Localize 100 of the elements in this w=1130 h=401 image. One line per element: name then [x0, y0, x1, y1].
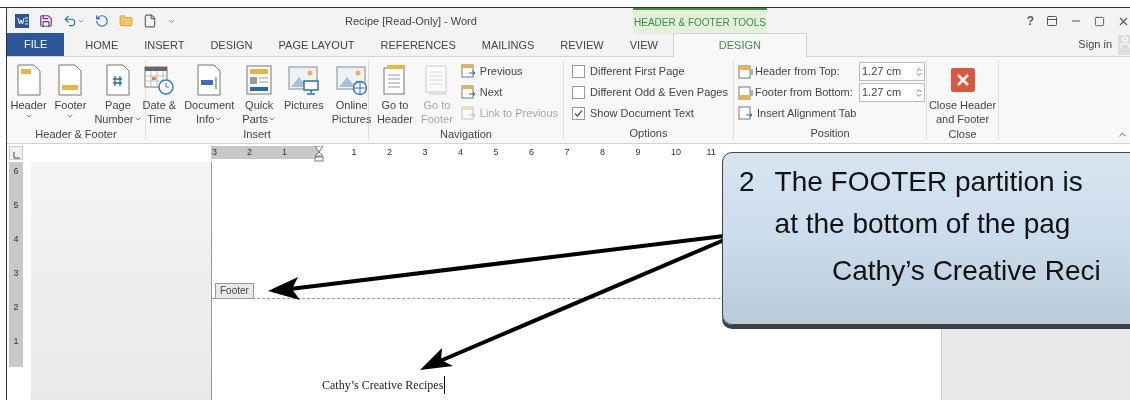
ribbon-tab[interactable]: REVIEW: [547, 34, 617, 56]
ruler-number: 8: [600, 146, 605, 159]
ribbon-button[interactable]: Footer: [51, 60, 90, 126]
step-number: 2: [739, 165, 755, 199]
ruler-number: 3: [13, 267, 19, 280]
ribbon-button[interactable]: Header: [7, 60, 50, 126]
page-icon: [196, 64, 223, 96]
help-button[interactable]: ?: [1026, 12, 1034, 30]
ruler-number: 10: [671, 146, 681, 159]
ribbon-display-icon: [1046, 15, 1058, 27]
tab-selector[interactable]: [9, 146, 23, 160]
page-icon: [104, 64, 131, 96]
image-globe-icon: [335, 64, 368, 96]
new-document-icon: [143, 14, 157, 28]
ruler-number: 5: [13, 199, 19, 212]
ruler-number: 3: [212, 146, 217, 159]
tab-stop-icon: [12, 152, 20, 159]
page-icon: [15, 64, 42, 96]
check-icon: [574, 109, 583, 118]
ruler-number: 6: [13, 165, 19, 178]
spinner-field[interactable]: 1.27 cm: [859, 62, 925, 81]
ruler-number: 2: [247, 146, 252, 159]
close-icon: [949, 67, 976, 93]
redo-icon: [95, 14, 109, 28]
spinner-label: Header from Top:: [755, 64, 841, 80]
spinner-label: Footer from Bottom:: [755, 85, 854, 101]
ribbon-tab[interactable]: DESIGN: [197, 34, 266, 56]
footer-tag: Footer: [215, 283, 254, 299]
caret-icon: [214, 115, 223, 123]
ruler-number: 3: [422, 146, 428, 159]
group-label: Navigation: [439, 127, 493, 141]
caret-icon: [66, 112, 75, 120]
ribbon-button[interactable]: Document Info: [181, 60, 238, 126]
option-checkbox[interactable]: Different First Page: [572, 61, 728, 82]
ruler-number: 1: [282, 146, 287, 159]
app-icon: [15, 14, 29, 28]
tab-stop-icon: [738, 106, 754, 121]
ribbon-button[interactable]: Online Pictures: [328, 60, 375, 126]
callout-example: Cathy’s Creative Reci: [831, 254, 1102, 288]
spinner-field[interactable]: 1.27 cm: [859, 83, 925, 102]
group-label: Position: [809, 126, 851, 140]
window-title: Recipe [Read-Only] - Word: [345, 13, 477, 29]
option-checkbox[interactable]: Different Odd & Even Pages: [572, 82, 728, 103]
ruler-number: 11: [706, 146, 716, 159]
callout-text: The FOOTER partition is: [774, 165, 1083, 199]
margin-icon: [738, 85, 755, 100]
group-label: Insert: [242, 127, 272, 141]
ribbon-tab[interactable]: FILE: [7, 33, 65, 56]
image-monitor-icon: [287, 64, 320, 96]
sign-in-link[interactable]: Sign in: [1078, 35, 1112, 52]
maximize-icon: [1094, 15, 1105, 27]
caret-icon: [77, 17, 85, 25]
checkbox[interactable]: [572, 65, 585, 78]
ribbon-button[interactable]: Pictures: [281, 60, 327, 126]
spin-arrows-icon: [914, 87, 924, 98]
caret-icon: [133, 115, 142, 123]
save-icon: [39, 14, 53, 28]
ribbon-tab[interactable]: INSERT: [131, 34, 198, 56]
ribbon-button[interactable]: Next: [460, 82, 559, 103]
ribbon-button[interactable]: Close Header and Footer: [925, 60, 1000, 126]
ribbon-tab[interactable]: VIEW: [616, 34, 671, 56]
checkbox[interactable]: [572, 86, 585, 99]
ruler-number: 4: [458, 146, 463, 159]
group-label: Close: [947, 127, 978, 141]
spin-arrows-icon: [914, 66, 924, 77]
callout-text: at the bottom of the pag: [774, 207, 1072, 241]
ribbon-tab[interactable]: REFERENCES: [367, 34, 469, 56]
ruler-number: 2: [387, 146, 392, 159]
ribbon-button[interactable]: Quick Parts: [239, 60, 279, 126]
ribbon-tab[interactable]: HOME: [72, 34, 132, 56]
ruler-number: 1: [351, 146, 357, 159]
undo-icon: [63, 14, 77, 28]
group-label: Header & Footer: [34, 127, 118, 141]
caret-icon: [24, 112, 33, 120]
ruler-number: 1: [13, 335, 19, 348]
ribbon-button[interactable]: Date & Time: [139, 60, 180, 126]
ruler-number: 5: [493, 146, 499, 159]
ribbon-tab[interactable]: MAILINGS: [468, 34, 548, 56]
contextual-tab-label: HEADER & FOOTER TOOLS: [633, 8, 767, 34]
ribbon-tab[interactable]: DESIGN: [672, 33, 807, 57]
caret-icon: [268, 115, 276, 123]
ribbon-tab[interactable]: PAGE LAYOUT: [265, 34, 368, 56]
parts-icon: [245, 64, 274, 96]
checkbox[interactable]: [572, 107, 585, 120]
footer-text: Cathy’s Creative Recipes: [322, 376, 446, 394]
ruler-number: 6: [529, 146, 534, 159]
ribbon-button[interactable]: Insert Alignment Tab: [738, 103, 925, 124]
page-icon: [57, 64, 84, 96]
group-label: Options: [628, 126, 669, 140]
indent-marker[interactable]: [314, 146, 324, 162]
ribbon-button[interactable]: Previous: [460, 61, 559, 82]
ruler-number: 4: [13, 233, 19, 246]
calendar-clock-icon: [143, 64, 176, 96]
ribbon-button[interactable]: Go to Header: [373, 60, 416, 126]
folder-icon: [119, 14, 133, 28]
option-checkbox[interactable]: Show Document Text: [572, 103, 728, 124]
ruler-number: 7: [564, 146, 570, 159]
ruler-number: 9: [635, 146, 641, 159]
margin-icon: [738, 64, 755, 79]
ruler-number: 2: [13, 301, 19, 314]
